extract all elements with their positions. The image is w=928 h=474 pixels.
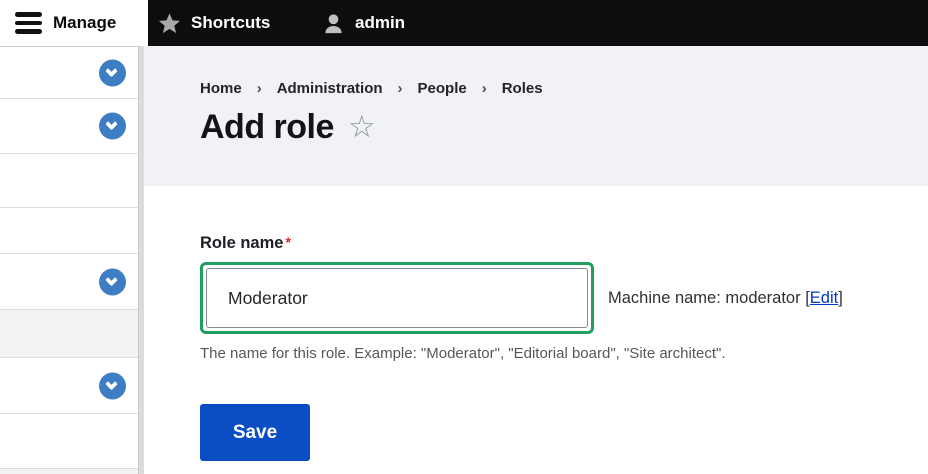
menu-row[interactable] xyxy=(0,310,138,358)
menu-row[interactable] xyxy=(0,358,138,414)
toolbar-item-shortcuts[interactable]: Shortcuts xyxy=(158,0,270,46)
toolbar-item-user[interactable]: admin xyxy=(322,0,405,46)
menu-row[interactable] xyxy=(0,47,138,99)
chevron-down-icon[interactable] xyxy=(99,372,126,399)
breadcrumb-link[interactable]: Home xyxy=(200,80,242,97)
breadcrumb-link[interactable]: People xyxy=(418,80,467,97)
title-row: Add role ☆ xyxy=(200,107,928,147)
menu-row[interactable] xyxy=(0,208,138,254)
breadcrumb: Home › Administration › People › Roles xyxy=(200,80,928,97)
machine-name-text: Machine name: moderator [Edit] xyxy=(608,289,843,308)
required-marker: * xyxy=(285,234,290,250)
star-icon xyxy=(158,12,181,35)
menu-row[interactable] xyxy=(0,469,138,474)
shortcuts-label: Shortcuts xyxy=(191,13,270,33)
role-name-label: Role name* xyxy=(200,234,291,252)
menu-row[interactable] xyxy=(0,254,138,310)
chevron-down-icon[interactable] xyxy=(99,113,126,140)
breadcrumb-separator-icon: › xyxy=(398,80,403,97)
manage-label: Manage xyxy=(53,13,116,33)
add-role-form: Role name* Machine name: moderator [Edit… xyxy=(144,186,928,461)
hamburger-menu-icon xyxy=(15,12,42,34)
menu-row[interactable] xyxy=(0,414,138,469)
page-header-band: Home › Administration › People › Roles Add rol… xyxy=(144,46,928,186)
role-name-row: Machine name: moderator [Edit] xyxy=(200,262,928,334)
machine-name-edit-link[interactable]: Edit xyxy=(810,289,838,307)
favorite-star-icon[interactable]: ☆ xyxy=(348,112,376,142)
main-content: Home › Administration › People › Roles Add rol… xyxy=(144,46,928,474)
save-button[interactable]: Save xyxy=(200,404,310,461)
chevron-down-icon[interactable] xyxy=(99,268,126,295)
menu-row[interactable] xyxy=(0,99,138,154)
breadcrumb-separator-icon: › xyxy=(482,80,487,97)
menu-row[interactable] xyxy=(0,154,138,208)
user-icon xyxy=(322,12,345,35)
user-label: admin xyxy=(355,13,405,33)
drupal-admin-screen: Shortcuts admin Manage Home › Administrati… xyxy=(0,0,928,474)
breadcrumb-link[interactable]: Administration xyxy=(277,80,383,97)
toolbar-item-manage[interactable]: Manage xyxy=(0,0,148,46)
page-title: Add role xyxy=(200,107,334,147)
breadcrumb-separator-icon: › xyxy=(257,80,262,97)
chevron-down-icon[interactable] xyxy=(99,59,126,86)
input-focus-ring xyxy=(200,262,594,334)
role-name-help-text: The name for this role. Example: "Modera… xyxy=(200,345,928,362)
admin-menu-sidebar xyxy=(0,46,138,474)
role-name-input[interactable] xyxy=(206,268,588,328)
breadcrumb-link[interactable]: Roles xyxy=(502,80,543,97)
